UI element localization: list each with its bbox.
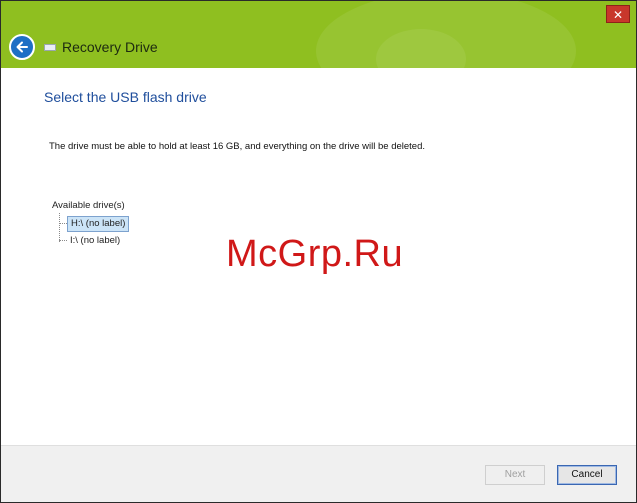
title-bar: ✕ Recovery Drive <box>1 1 636 68</box>
recovery-drive-window: ✕ Recovery Drive Select the USB flash dr… <box>0 0 637 503</box>
tree-connector <box>59 213 60 242</box>
close-icon: ✕ <box>612 8 624 22</box>
drive-item-i[interactable]: I:\ (no label) <box>67 234 123 248</box>
tree-connector <box>59 223 67 224</box>
tree-connector <box>59 240 67 241</box>
available-drives-label: Available drive(s) <box>52 200 125 211</box>
page-description: The drive must be able to hold at least … <box>49 141 426 152</box>
wizard-footer: Next Cancel <box>1 445 636 502</box>
page-heading: Select the USB flash drive <box>44 89 207 105</box>
close-button[interactable]: ✕ <box>606 5 630 23</box>
back-button[interactable] <box>9 34 35 60</box>
next-button[interactable]: Next <box>485 465 545 485</box>
drive-item-h[interactable]: H:\ (no label) <box>67 216 130 232</box>
drive-icon <box>44 44 56 51</box>
back-arrow-icon <box>16 41 28 53</box>
cancel-button[interactable]: Cancel <box>557 465 617 485</box>
window-title: Recovery Drive <box>62 39 158 55</box>
watermark: McGrp.Ru <box>226 233 404 275</box>
